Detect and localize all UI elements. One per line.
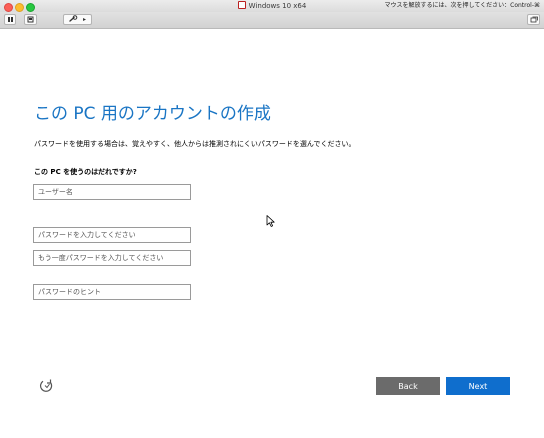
window-title: Windows 10 x64 xyxy=(248,2,307,10)
next-button[interactable]: Next xyxy=(446,377,510,395)
mouse-cursor-icon xyxy=(266,215,275,227)
password-description: パスワードを使用する場合は、覚えやすく、他人からは推測されにくいパスワードを選ん… xyxy=(34,140,356,148)
ease-of-access-icon xyxy=(39,379,53,392)
ease-of-access-button[interactable] xyxy=(38,378,55,393)
settings-menu-button[interactable]: ▸ xyxy=(63,14,92,25)
pause-button[interactable] xyxy=(4,14,16,25)
vm-app-icon xyxy=(237,1,246,9)
settings-chevron-icon: ▸ xyxy=(83,16,87,23)
vm-toolbar: ▸ xyxy=(0,12,544,29)
restore-window-icon xyxy=(530,16,538,23)
confirm-password-input[interactable] xyxy=(33,250,191,266)
window-titlebar: Windows 10 x64 マウスを解放するには、次を押してください：Cont… xyxy=(0,0,544,12)
back-button[interactable]: Back xyxy=(376,377,440,395)
password-input[interactable] xyxy=(33,227,191,243)
page-title: この PC 用のアカウントの作成 xyxy=(34,104,271,124)
snapshot-button[interactable] xyxy=(24,14,37,25)
restore-window-button[interactable] xyxy=(527,14,540,25)
username-input[interactable] xyxy=(33,184,191,200)
pause-icon xyxy=(8,17,10,22)
password-hint-input[interactable] xyxy=(33,284,191,300)
who-uses-pc-question: この PC を使うのはだれですか? xyxy=(34,168,137,176)
snapshot-icon xyxy=(27,16,34,23)
mouse-release-hint: マウスを解放するには、次を押してください：Control-⌘ xyxy=(384,2,541,9)
wrench-icon xyxy=(69,15,78,22)
